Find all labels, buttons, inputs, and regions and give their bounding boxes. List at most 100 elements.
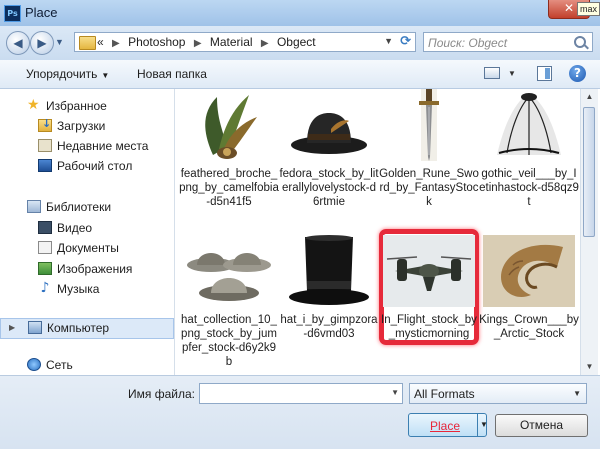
aircraft-thumbnail	[383, 235, 475, 307]
breadcrumb: « ▶ Photoshop ▶ Material ▶ Obgect	[97, 35, 316, 49]
navigation-pane: ★ Избранное Загрузки Недавние места Рабо…	[0, 89, 175, 375]
file-item[interactable]: fedora_stock_by_literallylovelystock-d6r…	[279, 89, 379, 229]
place-options-chevron-down-icon[interactable]: ▼	[477, 413, 490, 437]
filename-input[interactable]: ▼	[199, 383, 403, 404]
network-icon	[27, 358, 41, 371]
sidebar-item-label: Музыка	[57, 282, 100, 296]
file-item-selected[interactable]: In_Flight_stock_by_mysticmorning	[379, 229, 479, 375]
search-placeholder[interactable]: Поиск: Obgect	[428, 36, 507, 50]
file-item[interactable]: Kings_Crown___by_Arctic_Stock	[479, 235, 579, 375]
sidebar-item-video[interactable]: Видео	[0, 219, 174, 237]
breadcrumb-material[interactable]: Material	[210, 35, 253, 49]
refresh-icon[interactable]: ⟳	[400, 34, 411, 49]
sidebar-item-downloads[interactable]: Загрузки	[0, 117, 174, 135]
sidebar-item-label: Недавние места	[57, 139, 149, 153]
sidebar-item-favorites[interactable]: ★ Избранное	[0, 97, 174, 115]
expand-icon[interactable]: ▶	[9, 323, 15, 332]
file-item[interactable]: Golden_Rune_Sword_by_FantasyStock	[379, 89, 479, 229]
recent-locations-chevron-icon[interactable]: ▼	[55, 37, 64, 47]
recent-places-icon	[38, 139, 52, 152]
sidebar-item-images[interactable]: Изображения	[0, 260, 174, 278]
file-item[interactable]: feathered_broche_png_by_camelfobia-d5n41…	[179, 89, 279, 229]
back-button[interactable]: ◀	[6, 31, 30, 55]
address-dropdown-icon[interactable]: ▼	[384, 36, 393, 46]
address-bar[interactable]: « ▶ Photoshop ▶ Material ▶ Obgect ▼ ⟳	[74, 32, 416, 52]
video-icon	[38, 221, 52, 234]
dialog-footer: Имя файла: ▼ All Formats ▼ Place ▼ Отмен…	[0, 375, 600, 449]
sidebar-item-label: Рабочий стол	[57, 159, 133, 173]
sidebar-item-label: Документы	[57, 241, 119, 255]
file-name: hat_collection_10_png_stock_by_jumpfer_s…	[181, 314, 277, 368]
window-title: Place	[25, 5, 58, 20]
gothic-veil-thumbnail	[497, 93, 561, 155]
documents-icon	[38, 241, 52, 254]
vertical-scrollbar[interactable]: ▲ ▼	[580, 89, 598, 375]
sidebar-item-music[interactable]: ♪ Музыка	[0, 280, 174, 298]
chevron-down-icon[interactable]: ▼	[391, 388, 399, 397]
sidebar-item-network[interactable]: Сеть	[0, 356, 174, 374]
downloads-icon	[38, 117, 52, 132]
chevron-down-icon: ▼	[101, 71, 110, 80]
sidebar-item-label: Видео	[57, 221, 93, 235]
forward-button[interactable]: ▶	[30, 31, 54, 55]
file-list: feathered_broche_png_by_camelfobia-d5n41…	[175, 89, 579, 375]
file-name: Golden_Rune_Sword_by_FantasyStock	[379, 168, 479, 208]
file-name: Kings_Crown___by_Arctic_Stock	[479, 314, 579, 340]
desktop-icon	[38, 159, 52, 172]
file-item[interactable]: gothic_veil___by_Ietinhastock-d58qz9t	[479, 89, 579, 229]
computer-icon	[28, 321, 42, 334]
sidebar-item-recent-places[interactable]: Недавние места	[0, 137, 174, 155]
sidebar-item-documents[interactable]: Документы	[0, 239, 174, 257]
sidebar-item-computer[interactable]: ▶ Компьютер	[0, 318, 174, 339]
help-button[interactable]: ?	[569, 65, 586, 82]
breadcrumb-obgect[interactable]: Obgect	[277, 35, 316, 49]
chevron-right-icon[interactable]: ▶	[112, 38, 120, 49]
music-icon: ♪	[40, 280, 50, 296]
hat-collection-thumbnail	[187, 253, 271, 301]
chevron-down-icon: ▼	[573, 389, 581, 398]
search-box[interactable]: Поиск: Obgect	[423, 32, 593, 52]
sidebar-item-label: Сеть	[46, 358, 73, 372]
file-item[interactable]: hat_collection_10_png_stock_by_jumpfer_s…	[179, 235, 279, 375]
sidebar-item-label: Компьютер	[47, 321, 110, 335]
new-folder-button[interactable]: Новая папка	[137, 67, 207, 81]
chevron-right-icon[interactable]: ▶	[194, 38, 202, 49]
file-name: feathered_broche_png_by_camelfobia-d5n41…	[179, 168, 279, 208]
organize-label: Упорядочить	[26, 67, 98, 81]
sidebar-item-label: Изображения	[57, 262, 133, 276]
cancel-button[interactable]: Отмена	[495, 414, 588, 437]
tooltip: max	[576, 2, 600, 16]
folder-icon	[79, 36, 96, 50]
chevron-right-icon[interactable]: ▶	[261, 38, 269, 49]
place-button-label: Place	[429, 419, 461, 433]
command-toolbar: Упорядочить ▼ Новая папка ▼ ?	[0, 60, 600, 89]
file-name: hat_i_by_gimpzora-d6vmd03	[280, 314, 378, 340]
ram-horn-thumbnail	[483, 235, 575, 307]
sword-thumbnail	[419, 89, 439, 161]
file-format-value: All Formats	[414, 387, 475, 401]
photoshop-app-icon: Ps	[4, 5, 21, 22]
fedora-hat-thumbnail	[291, 113, 367, 154]
scrollbar-thumb[interactable]	[583, 107, 595, 237]
organize-button[interactable]: Упорядочить ▼	[26, 67, 109, 81]
scroll-down-icon[interactable]: ▼	[581, 359, 598, 375]
feather-brooch-thumbnail	[205, 95, 257, 159]
breadcrumb-overflow[interactable]: «	[97, 35, 104, 49]
file-item[interactable]: hat_i_by_gimpzora-d6vmd03	[279, 235, 379, 375]
place-button[interactable]: Place	[408, 413, 487, 437]
scroll-up-icon[interactable]: ▲	[581, 89, 598, 105]
sidebar-item-label: Загрузки	[57, 119, 106, 133]
sidebar-item-desktop[interactable]: Рабочий стол	[0, 157, 174, 175]
sidebar-item-libraries[interactable]: Библиотеки	[0, 198, 174, 216]
navigation-bar: ◀ ▶ ▼ « ▶ Photoshop ▶ Material ▶ Obgect …	[0, 26, 600, 60]
title-bar: Ps Place ✕ max	[0, 0, 600, 27]
libraries-icon	[27, 200, 41, 213]
images-icon	[38, 262, 52, 275]
preview-pane-icon[interactable]	[537, 66, 552, 81]
sidebar-item-label: Библиотеки	[46, 200, 112, 214]
file-format-select[interactable]: All Formats ▼	[409, 383, 587, 404]
filename-label: Имя файла:	[128, 387, 195, 401]
breadcrumb-photoshop[interactable]: Photoshop	[128, 35, 185, 49]
view-mode-icon[interactable]	[484, 67, 500, 79]
view-dropdown-icon[interactable]: ▼	[508, 69, 516, 78]
